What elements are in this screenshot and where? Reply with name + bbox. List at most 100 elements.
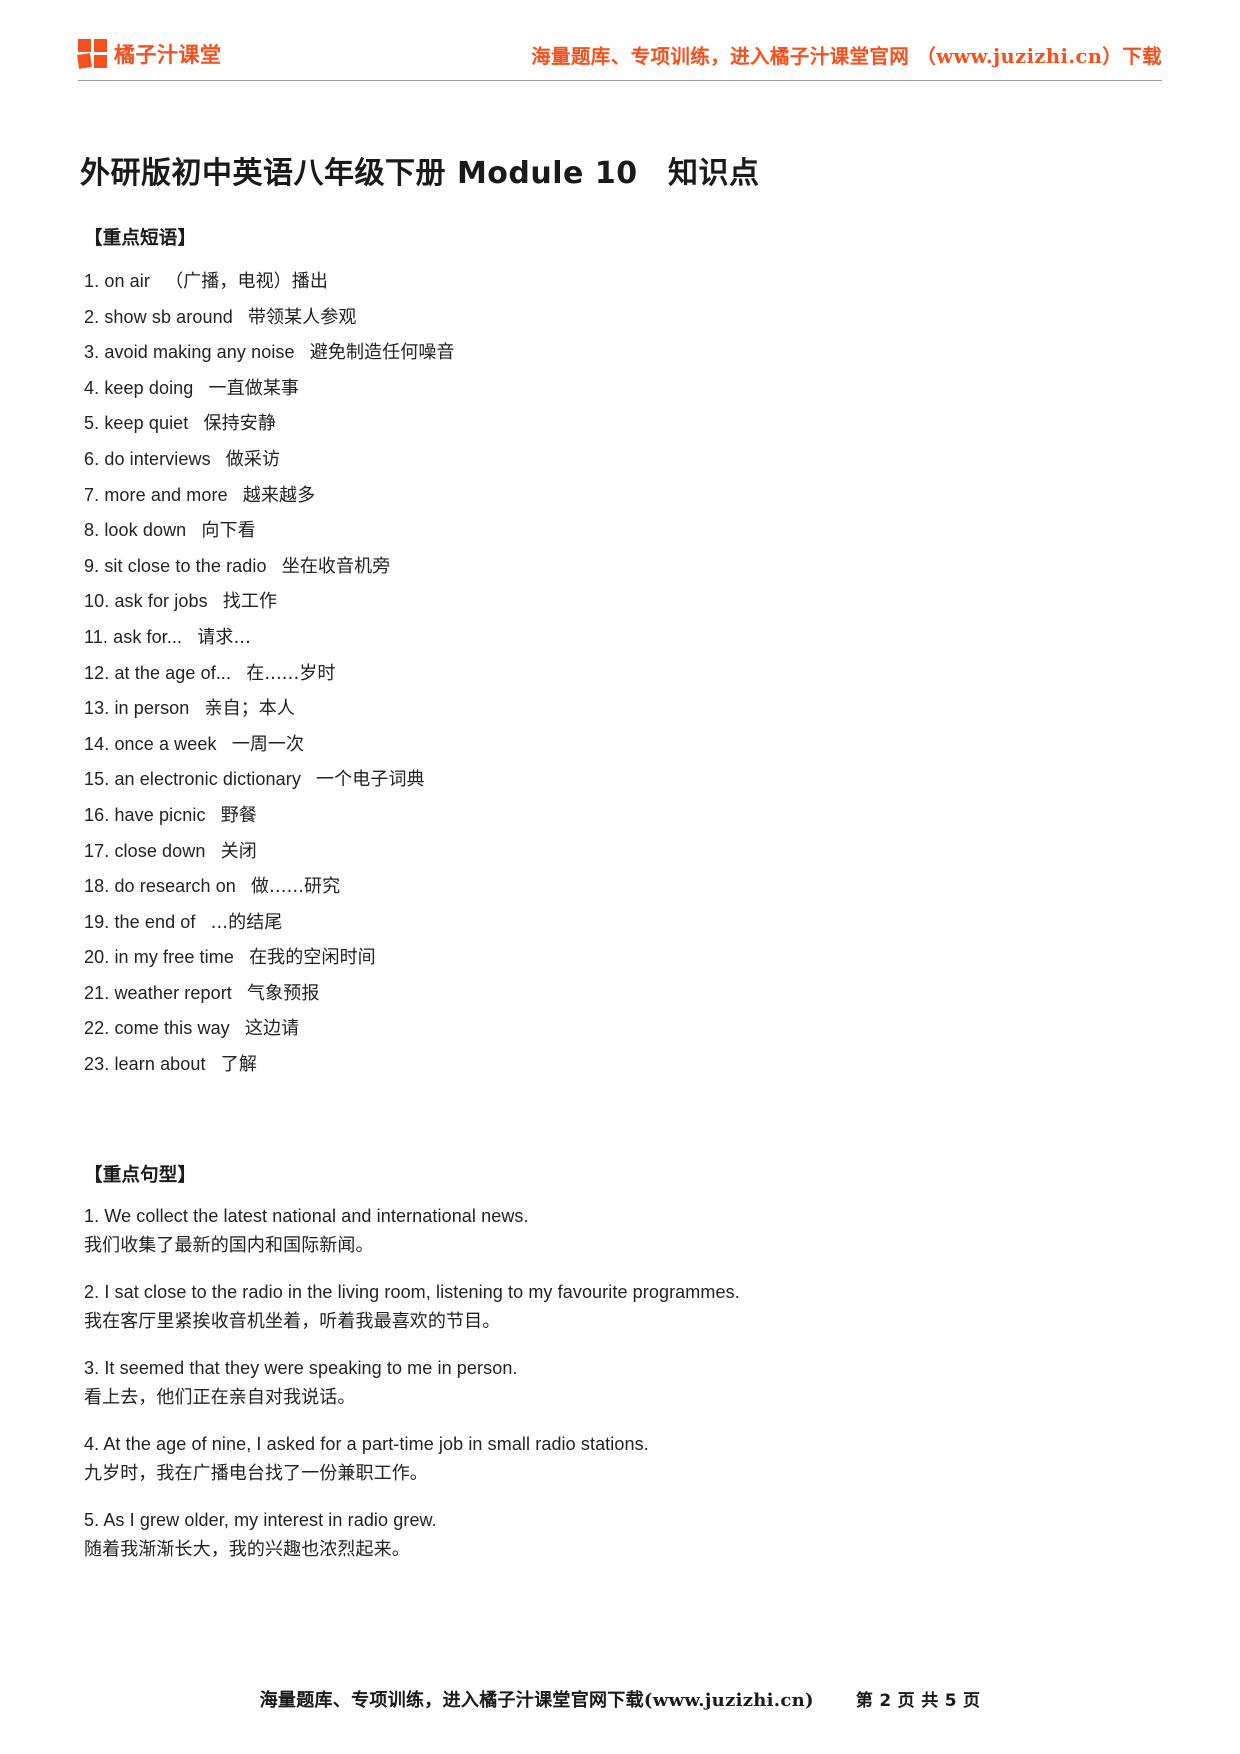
phrase-chinese: 带领某人参观 bbox=[247, 306, 357, 328]
phrase-english: show sb around bbox=[104, 306, 233, 327]
phrase-chinese: 关闭 bbox=[220, 840, 257, 862]
phrase-english: ask for jobs bbox=[114, 591, 208, 612]
phrase-number: 22. bbox=[84, 1018, 110, 1039]
list-item: 17. close down 关闭 bbox=[84, 834, 1084, 870]
phrase-chinese: 坐在收音机旁 bbox=[281, 555, 391, 577]
phrase-number: 4. bbox=[84, 377, 100, 398]
footer-promo-text: 海量题库、专项训练，进入橘子汁课堂官网下载(www.juzizhi.cn) bbox=[259, 1690, 814, 1711]
phrase-chinese: （广播，电视）播出 bbox=[165, 271, 328, 292]
list-item: 10. ask for jobs 找工作 bbox=[84, 584, 1084, 620]
phrase-chinese: 在......岁时 bbox=[246, 662, 336, 684]
phrase-chinese: 向下看 bbox=[201, 520, 256, 542]
sentence-chinese: 看上去，他们正在亲自对我说话。 bbox=[84, 1386, 356, 1408]
list-item: 9. sit close to the radio 坐在收音机旁 bbox=[84, 549, 1084, 585]
phrase-english: do interviews bbox=[104, 448, 211, 469]
document-content: 【重点短语】 1. on air （广播，电视）播出 2. show sb ar… bbox=[84, 224, 1084, 1581]
phrase-english: once a week bbox=[114, 733, 217, 754]
list-item: 8. look down 向下看 bbox=[84, 513, 1084, 549]
document-page: 橘子汁课堂 海量题库、专项训练，进入橘子汁课堂官网 （www.juzizhi.c… bbox=[0, 0, 1240, 1754]
phrase-number: 5. bbox=[84, 413, 100, 434]
phrase-number: 16. bbox=[84, 804, 110, 825]
phrase-number: 23. bbox=[84, 1054, 110, 1075]
phrase-number: 14. bbox=[84, 733, 110, 754]
phrase-chinese: 越来越多 bbox=[242, 484, 316, 506]
phrase-chinese: 避免制造任何噪音 bbox=[309, 342, 455, 364]
phrase-number: 17. bbox=[84, 840, 110, 861]
phrase-chinese: 做......研究 bbox=[251, 876, 341, 898]
juzizhi-logo-icon bbox=[77, 39, 108, 69]
sentence-chinese: 我在客厅里紧挨收音机坐着，听着我最喜欢的节目。 bbox=[84, 1310, 501, 1332]
phrase-english: sit close to the radio bbox=[104, 555, 267, 576]
phrase-english: the end of bbox=[114, 911, 196, 932]
phrase-chinese: 野餐 bbox=[220, 804, 257, 826]
list-item: 11. ask for... 请求... bbox=[84, 620, 1084, 656]
list-item: 1. We collect the latest national and in… bbox=[84, 1201, 1084, 1261]
phrase-chinese: 做采访 bbox=[225, 448, 281, 470]
phrase-number: 20. bbox=[84, 947, 110, 968]
phrase-english: in my free time bbox=[114, 947, 234, 968]
phrase-english: have picnic bbox=[114, 804, 206, 825]
list-item: 3. It seemed that they were speaking to … bbox=[84, 1353, 1084, 1413]
phrase-number: 2. bbox=[84, 306, 100, 327]
list-item: 16. have picnic 野餐 bbox=[84, 798, 1084, 834]
list-item: 3. avoid making any noise 避免制造任何噪音 bbox=[84, 335, 1084, 371]
page-header: 橘子汁课堂 海量题库、专项训练，进入橘子汁课堂官网 （www.juzizhi.c… bbox=[77, 28, 1162, 80]
phrase-chinese: 在我的空闲时间 bbox=[249, 947, 376, 969]
phrase-chinese: 了解 bbox=[220, 1054, 257, 1076]
sentence-english: 1. We collect the latest national and in… bbox=[84, 1205, 529, 1226]
phrases-list: 1. on air （广播，电视）播出 2. show sb around 带领… bbox=[84, 264, 1084, 1083]
phrase-chinese: 一直做某事 bbox=[208, 377, 300, 399]
phrase-chinese: 一周一次 bbox=[231, 733, 305, 755]
brand-name: 橘子汁课堂 bbox=[114, 43, 222, 67]
phrase-english: keep quiet bbox=[104, 413, 189, 434]
sentences-section-heading: 【重点句型】 bbox=[84, 1164, 197, 1186]
phrase-english: close down bbox=[114, 840, 206, 861]
phrase-chinese: 保持安静 bbox=[203, 413, 276, 435]
list-item: 20. in my free time 在我的空闲时间 bbox=[84, 940, 1084, 976]
phrase-english: avoid making any noise bbox=[104, 342, 295, 363]
phrase-chinese: 一个电子词典 bbox=[316, 769, 425, 791]
page-title: 外研版初中英语八年级下册 Module 10 知识点 bbox=[80, 156, 760, 192]
phrase-chinese: 气象预报 bbox=[247, 982, 320, 1004]
sentence-english: 4. At the age of nine, I asked for a par… bbox=[84, 1433, 649, 1454]
phrase-chinese: 找工作 bbox=[222, 591, 278, 613]
list-item: 15. an electronic dictionary 一个电子词典 bbox=[84, 762, 1084, 798]
phrase-chinese: 请求... bbox=[197, 626, 251, 648]
phrase-number: 9. bbox=[84, 555, 100, 576]
phrase-english: more and more bbox=[104, 484, 228, 505]
list-item: 14. once a week 一周一次 bbox=[84, 727, 1084, 763]
list-item: 2. I sat close to the radio in the livin… bbox=[84, 1277, 1084, 1337]
phrase-chinese: ...的结尾 bbox=[210, 911, 283, 933]
phrase-chinese: 这边请 bbox=[244, 1018, 300, 1040]
page-footer: 海量题库、专项训练，进入橘子汁课堂官网下载(www.juzizhi.cn) 第 … bbox=[78, 1686, 1162, 1712]
sentences-list: 1. We collect the latest national and in… bbox=[84, 1201, 1084, 1565]
header-promo-text: 海量题库、专项训练，进入橘子汁课堂官网 （www.juzizhi.cn）下载 bbox=[531, 44, 1162, 68]
brand-logo-group: 橘子汁课堂 bbox=[77, 39, 222, 69]
phrase-english: in person bbox=[114, 698, 190, 719]
list-item: 6. do interviews 做采访 bbox=[84, 442, 1084, 478]
phrase-english: learn about bbox=[114, 1054, 206, 1075]
phrases-section-heading: 【重点短语】 bbox=[84, 228, 197, 249]
phrase-number: 15. bbox=[84, 769, 110, 790]
sentence-english: 3. It seemed that they were speaking to … bbox=[84, 1357, 518, 1378]
list-item: 4. keep doing 一直做某事 bbox=[84, 371, 1084, 407]
phrase-chinese: 亲自；本人 bbox=[204, 698, 295, 720]
list-item: 23. learn about 了解 bbox=[84, 1047, 1084, 1083]
list-item: 13. in person 亲自；本人 bbox=[84, 691, 1084, 727]
phrase-english: at the age of... bbox=[114, 662, 232, 683]
phrase-english: weather report bbox=[114, 982, 232, 1003]
list-item: 21. weather report 气象预报 bbox=[84, 976, 1084, 1012]
phrase-number: 7. bbox=[84, 484, 100, 505]
phrase-number: 18. bbox=[84, 876, 110, 897]
phrase-number: 6. bbox=[84, 448, 100, 469]
sentence-chinese: 九岁时，我在广播电台找了一份兼职工作。 bbox=[84, 1462, 428, 1484]
list-item: 5. keep quiet 保持安静 bbox=[84, 406, 1084, 442]
phrase-english: come this way bbox=[114, 1018, 230, 1039]
list-item: 18. do research on 做......研究 bbox=[84, 869, 1084, 905]
sentence-english: 5. As I grew older, my interest in radio… bbox=[84, 1509, 437, 1530]
list-item: 5. As I grew older, my interest in radio… bbox=[84, 1505, 1084, 1565]
sentence-chinese: 随着我渐渐长大，我的兴趣也浓烈起来。 bbox=[84, 1538, 410, 1560]
phrase-number: 1. bbox=[84, 271, 100, 291]
sentence-english: 2. I sat close to the radio in the livin… bbox=[84, 1281, 740, 1302]
